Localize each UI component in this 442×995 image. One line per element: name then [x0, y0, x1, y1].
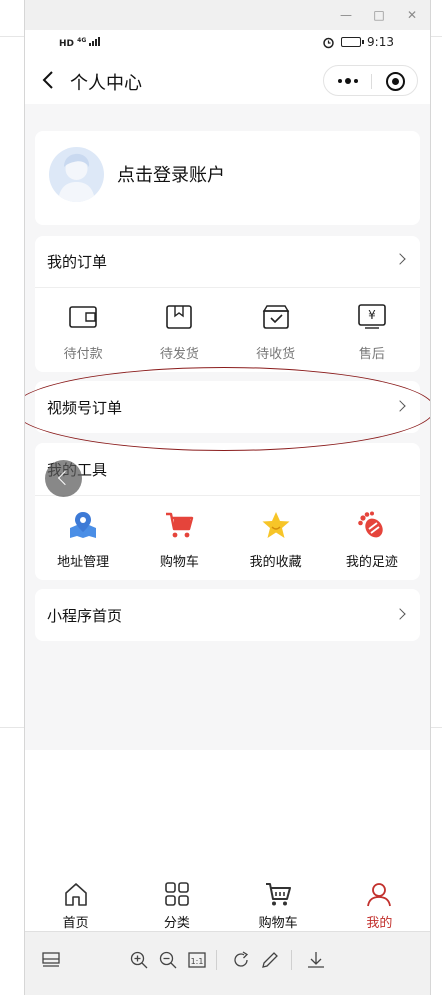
hd-label: HD: [59, 39, 75, 49]
rotate-icon[interactable]: [231, 950, 251, 970]
orders-card: 我的订单 待付款 待发货 待收货 ¥ 售后: [35, 236, 420, 372]
edit-pencil-icon[interactable]: [260, 950, 280, 970]
video-orders-row[interactable]: 视频号订单: [35, 381, 420, 433]
wallet-icon: [69, 306, 97, 328]
battery-icon: [341, 37, 365, 47]
minimize-icon[interactable]: —: [337, 6, 355, 24]
tab-label: 分类: [163, 916, 190, 931]
box-check-icon: [262, 305, 289, 329]
tool-favorites[interactable]: 我的收藏: [228, 510, 324, 580]
tools-card: 我的工具 地址管理 购物车: [35, 443, 420, 580]
cart-icon: [166, 512, 194, 538]
actual-size-icon[interactable]: 1:1: [187, 950, 207, 970]
tab-label: 我的: [366, 916, 393, 931]
divider: [35, 495, 420, 496]
viewer-toolbar: 1:1: [25, 931, 430, 995]
default-avatar-icon: [58, 153, 95, 202]
status-bar: HD 4G 9:13: [25, 30, 430, 56]
maximize-icon[interactable]: □: [370, 6, 388, 24]
divider: [35, 287, 420, 288]
signal-label: 4G: [77, 37, 87, 44]
order-item-label: 售后: [358, 347, 385, 362]
tool-item-label: 我的收藏: [249, 555, 302, 570]
svg-text:1:1: 1:1: [191, 957, 204, 966]
toolbar-divider: [216, 950, 217, 970]
chevron-right-icon[interactable]: [394, 608, 406, 620]
status-time: 9:13: [367, 35, 394, 49]
tab-cart[interactable]: 购物车: [228, 875, 329, 931]
star-icon: [262, 512, 290, 538]
capsule-divider: [371, 74, 372, 89]
network-indicator: HD 4G: [59, 36, 103, 49]
tool-item-label: 购物车: [159, 555, 199, 570]
login-card[interactable]: 点击登录账户: [35, 131, 420, 225]
grid-icon: [165, 882, 189, 906]
toolbar-divider: [291, 950, 292, 970]
tools-grid: 地址管理 购物车 我的收藏 我的足迹: [35, 510, 420, 580]
layout-icon[interactable]: [41, 950, 61, 970]
tab-mine[interactable]: 我的: [329, 875, 430, 931]
package-icon: [166, 305, 193, 329]
tab-label: 购物车: [258, 916, 298, 931]
tool-footprints[interactable]: 我的足迹: [324, 510, 420, 580]
orders-title: 我的订单: [47, 253, 108, 271]
footprint-icon: [358, 511, 383, 538]
tab-bar: 首页 分类 购物车 我的: [25, 875, 430, 931]
download-icon[interactable]: [306, 950, 326, 970]
tab-label: 首页: [62, 916, 89, 931]
cart-icon: [266, 883, 292, 906]
login-prompt: 点击登录账户: [117, 165, 225, 186]
tool-address[interactable]: 地址管理: [35, 510, 131, 580]
more-dots-icon[interactable]: [334, 70, 362, 92]
order-item-label: 待发货: [159, 347, 199, 362]
status-right: 9:13: [322, 35, 394, 49]
nav-bar: 个人中心: [25, 56, 430, 104]
order-pending-shipment[interactable]: 待发货: [131, 302, 227, 372]
back-arrow-icon[interactable]: [39, 68, 59, 92]
zoom-in-icon[interactable]: [129, 950, 149, 970]
chevron-right-icon[interactable]: [394, 400, 406, 412]
svg-text:¥: ¥: [368, 308, 376, 322]
order-item-label: 待收货: [256, 347, 296, 362]
order-pending-receipt[interactable]: 待收货: [228, 302, 324, 372]
content-blank-area: [25, 750, 430, 875]
orders-grid: 待付款 待发货 待收货 ¥ 售后: [35, 302, 420, 372]
close-miniprogram-icon[interactable]: [386, 72, 405, 91]
close-window-icon[interactable]: ✕: [403, 6, 421, 24]
video-orders-title: 视频号订单: [47, 399, 123, 417]
phone-window: — □ ✕ HD 4G 9:13 个人中心 点击登录账户 我的订单 待付款 待发…: [24, 0, 431, 995]
order-item-label: 待付款: [63, 347, 103, 362]
page-title: 个人中心: [70, 73, 142, 94]
map-location-icon: [70, 512, 97, 538]
alarm-icon: [323, 37, 334, 48]
zoom-out-icon[interactable]: [158, 950, 178, 970]
miniprogram-home-row[interactable]: 小程序首页: [35, 589, 420, 641]
window-titlebar: — □ ✕: [25, 0, 430, 30]
home-icon: [64, 883, 87, 906]
tab-home[interactable]: 首页: [25, 875, 126, 931]
yen-refund-icon: ¥: [358, 304, 386, 329]
tool-cart[interactable]: 购物车: [131, 510, 227, 580]
miniprogram-home-title: 小程序首页: [47, 607, 123, 625]
signal-icon: [89, 37, 101, 46]
chevron-right-icon[interactable]: [394, 253, 406, 265]
tool-item-label: 地址管理: [57, 555, 110, 570]
user-icon: [367, 883, 392, 907]
tool-item-label: 我的足迹: [345, 555, 398, 570]
avatar: [49, 147, 104, 202]
order-after-sales[interactable]: ¥ 售后: [324, 302, 420, 372]
order-pending-payment[interactable]: 待付款: [35, 302, 131, 372]
tab-category[interactable]: 分类: [126, 875, 227, 931]
floating-back-button[interactable]: [45, 460, 82, 497]
capsule-menu: [323, 65, 418, 96]
